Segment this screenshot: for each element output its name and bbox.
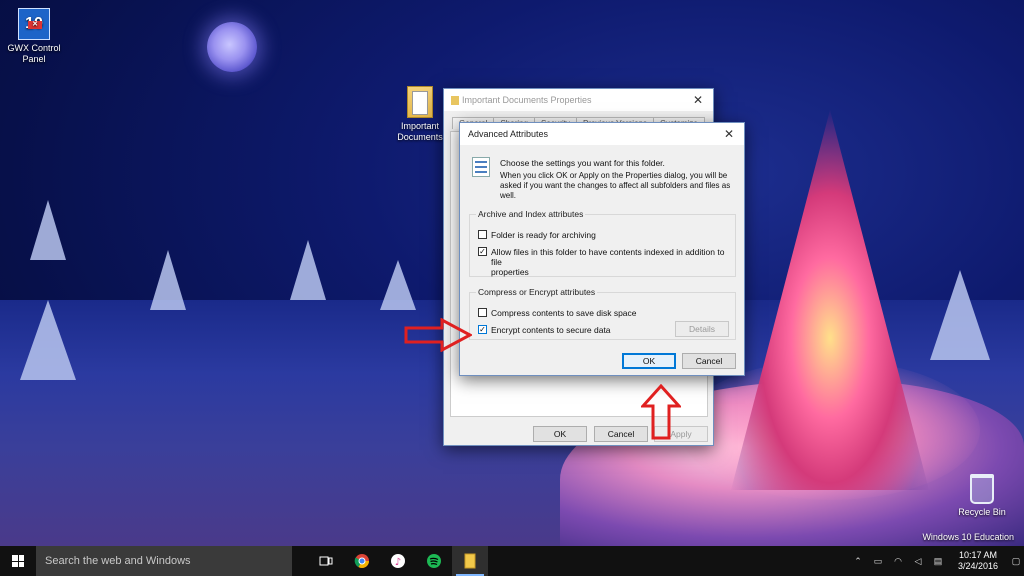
archive-index-group: Archive and Index attributes Folder is r… <box>469 209 736 277</box>
clock-time: 10:17 AM <box>958 550 998 560</box>
details-button[interactable]: Details <box>675 321 729 337</box>
system-tray: ⌃ ▭ ◠ ◁ ▤ 10:17 AM 3/24/2016 ▢ <box>848 546 1024 576</box>
properties-cancel-button[interactable]: Cancel <box>594 426 648 442</box>
taskbar-itunes[interactable]: ♪ <box>380 546 416 576</box>
wallpaper-moon <box>207 22 257 72</box>
intro-detail: When you click OK or Apply on the Proper… <box>500 171 731 200</box>
compress-label: Compress contents to save disk space <box>491 308 637 318</box>
encrypt-checkbox-row[interactable]: Encrypt contents to secure data <box>478 325 611 335</box>
red-arrow-up-icon <box>641 384 681 440</box>
compress-checkbox[interactable] <box>478 308 487 317</box>
encrypt-label: Encrypt contents to secure data <box>491 325 611 335</box>
advanced-attributes-dialog: Advanced Attributes ✕ Choose the setting… <box>459 122 745 376</box>
taskbar-clock[interactable]: 10:17 AM 3/24/2016 <box>948 550 1008 572</box>
wallpaper-pine <box>30 200 66 260</box>
svg-text:♪: ♪ <box>395 557 401 568</box>
volume-icon[interactable]: ◁ <box>910 556 926 567</box>
desktop-icon-label: Recycle Bin <box>958 507 1006 517</box>
taskbar-search-box[interactable]: Search the web and Windows <box>36 546 292 576</box>
compress-encrypt-group: Compress or Encrypt attributes Compress … <box>469 287 736 340</box>
wallpaper-pine <box>930 270 990 360</box>
desktop-icon-label: GWX Control <box>7 43 61 53</box>
archiving-checkbox[interactable] <box>478 230 487 239</box>
desktop-icon-label: Panel <box>22 54 46 64</box>
wallpaper-pine <box>150 250 186 310</box>
chevron-up-icon[interactable]: ⌃ <box>850 556 866 567</box>
attributes-list-icon <box>472 157 490 177</box>
advanced-title: Advanced Attributes <box>468 129 549 139</box>
group-title: Archive and Index attributes <box>476 209 586 219</box>
battery-icon[interactable]: ▭ <box>870 556 886 567</box>
properties-title: Important Documents Properties <box>462 95 592 105</box>
group-title: Compress or Encrypt attributes <box>476 287 598 297</box>
file-explorer-icon <box>464 553 476 569</box>
network-icon[interactable]: ◠ <box>890 556 906 567</box>
wallpaper-pine <box>380 260 416 310</box>
taskbar-file-explorer[interactable] <box>452 546 488 576</box>
advanced-titlebar[interactable]: Advanced Attributes ✕ <box>460 123 744 145</box>
notifications-icon[interactable]: ▤ <box>930 556 946 567</box>
advanced-cancel-button[interactable]: Cancel <box>682 353 736 369</box>
index-label-line: Allow files in this folder to have conte… <box>491 247 725 267</box>
archiving-checkbox-row[interactable]: Folder is ready for archiving <box>478 230 596 240</box>
encrypt-checkbox[interactable] <box>478 325 487 334</box>
taskbar-chrome[interactable] <box>344 546 380 576</box>
spotify-icon <box>427 554 441 568</box>
close-icon[interactable]: ✕ <box>722 127 736 141</box>
compress-checkbox-row[interactable]: Compress contents to save disk space <box>478 308 637 318</box>
folder-icon <box>451 96 459 105</box>
task-view-icon <box>319 556 333 566</box>
advanced-intro: Choose the settings you want for this fo… <box>500 158 732 201</box>
taskbar-spotify[interactable] <box>416 546 452 576</box>
properties-ok-button[interactable]: OK <box>533 426 587 442</box>
windows-edition-watermark: Windows 10 Education <box>922 532 1014 542</box>
index-label: Allow files in this folder to have conte… <box>491 247 733 277</box>
desktop-icon-recycle-bin[interactable]: Recycle Bin <box>948 474 1016 518</box>
itunes-icon: ♪ <box>391 554 405 568</box>
recycle-bin-icon <box>970 474 994 504</box>
desktop-icon-gwx-control-panel[interactable]: 10✕ GWX Control Panel <box>0 8 68 65</box>
advanced-ok-button[interactable]: OK <box>622 353 676 369</box>
archiving-label: Folder is ready for archiving <box>491 230 596 240</box>
start-button[interactable] <box>0 546 36 576</box>
close-icon[interactable]: ✕ <box>691 93 705 107</box>
folder-icon <box>407 86 433 118</box>
taskbar: Search the web and Windows ♪ ⌃ ▭ ◠ ◁ ▤ 1… <box>0 546 1024 576</box>
index-checkbox[interactable] <box>478 247 487 256</box>
intro-line: Choose the settings you want for this fo… <box>500 158 665 168</box>
properties-titlebar[interactable]: Important Documents Properties ✕ <box>444 89 713 111</box>
clock-date: 3/24/2016 <box>957 561 999 571</box>
action-center-icon[interactable]: ▢ <box>1010 556 1022 567</box>
task-view-button[interactable] <box>308 546 344 576</box>
wallpaper-pine <box>290 240 326 300</box>
index-label-line: properties <box>491 267 529 277</box>
red-arrow-right-icon <box>404 318 472 352</box>
chrome-icon <box>354 554 369 568</box>
wallpaper-pine <box>20 300 76 380</box>
gwx-icon: 10✕ <box>18 8 50 40</box>
index-checkbox-row[interactable]: Allow files in this folder to have conte… <box>478 247 733 277</box>
windows-logo-icon <box>12 555 24 567</box>
